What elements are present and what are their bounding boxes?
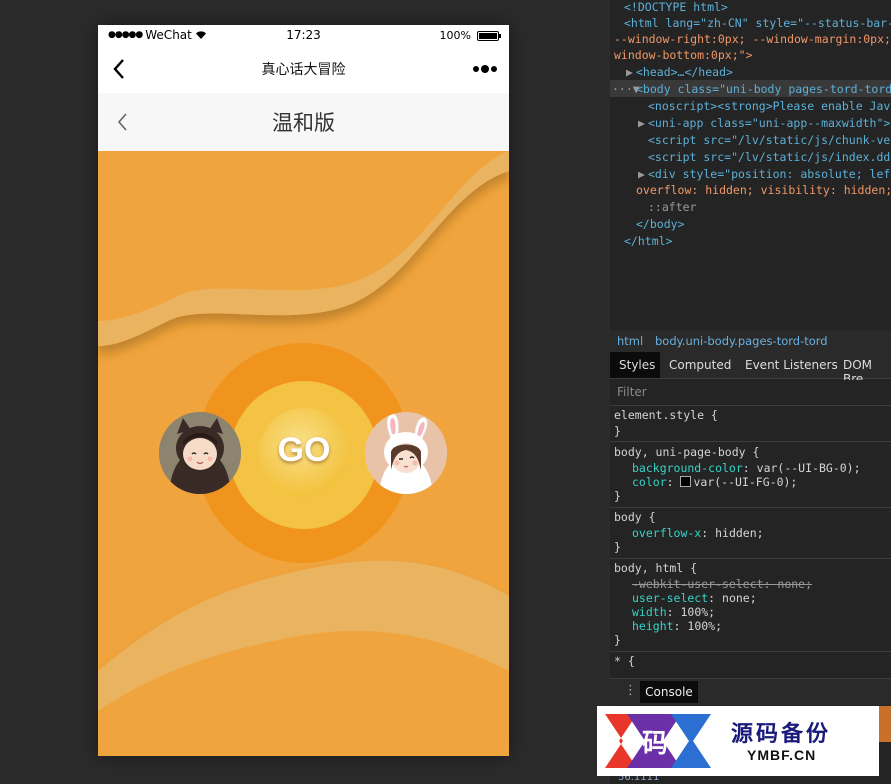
nav-title: 真心话大冒险 [261, 62, 346, 78]
tab-computed[interactable]: Computed [669, 358, 731, 372]
watermark-logo: 码 源码备份 YMBF.CN [597, 706, 879, 776]
devtools-tabs: Styles Computed Event Listeners DOM Bre [610, 352, 891, 386]
prop-name: color [632, 475, 667, 489]
prop-value: 100%; [680, 605, 716, 619]
prop-value: 100%; [687, 619, 723, 633]
avatar-cat-girl [159, 412, 241, 494]
phone-simulator: ●●●●● WeChat 17:23 100% 真心话大冒险 温和版 GO [98, 25, 509, 756]
style-decl[interactable]: overflow-x: hidden; [632, 525, 764, 541]
dom-after[interactable]: ::after [648, 199, 696, 215]
rule-close: } [614, 489, 621, 503]
dom-uni-app[interactable]: <uni-app class="uni-app--maxwidth">…< [648, 115, 891, 131]
avatar-bunny-girl [365, 412, 447, 494]
dom-script-2[interactable]: <script src="/lv/static/js/index.dd97 [648, 149, 891, 165]
divider [610, 558, 891, 559]
prop-name: user-select [632, 591, 709, 605]
watermark-emblem: 码 [605, 714, 711, 768]
rule-close: } [614, 424, 621, 438]
go-label: GO [277, 431, 331, 469]
bunny-girl-illustration [365, 412, 447, 494]
tab-console[interactable]: Console [640, 681, 698, 703]
devtools-panel: <!DOCTYPE html> <html lang="zh-CN" style… [610, 0, 891, 784]
prop-name: background-color [632, 461, 743, 475]
status-bar: ●●●●● WeChat 17:23 100% [98, 25, 509, 46]
filter-placeholder: Filter [617, 385, 647, 399]
dom-html-open[interactable]: <html lang="zh-CN" style="--status-bar-h… [624, 15, 891, 31]
console-drawer: ⋮ Console [610, 678, 891, 705]
divider [610, 405, 891, 406]
game-area: GO [98, 151, 509, 756]
rule-close: } [614, 540, 621, 554]
watermark-chinese: 源码备份 [731, 722, 832, 747]
cropped-thumbnail [879, 706, 891, 742]
rule-body-html[interactable]: body, html { [614, 560, 697, 576]
style-decl[interactable]: height: 100%; [632, 618, 722, 634]
battery-icon [477, 30, 501, 41]
dom-doctype[interactable]: <!DOCTYPE html> [624, 0, 728, 15]
dom-script-1[interactable]: <script src="/lv/static/js/chunk-vend [648, 132, 891, 148]
dom-body-close: </body> [636, 217, 685, 231]
page-title: 温和版 [272, 111, 335, 135]
dom-div[interactable]: <div style="position: absolute; left: [648, 166, 891, 182]
dom-body[interactable]: <body class="uni-body pages-tord-tord"> [636, 81, 891, 97]
prop-name: overflow-x [632, 526, 702, 540]
tab-styles[interactable]: Styles [619, 358, 655, 372]
prop-value: var(--UI-BG-0); [756, 461, 861, 475]
dom-expand-div-icon[interactable]: ▶ [638, 166, 645, 182]
watermark-latin: YMBF.CN [747, 747, 817, 763]
rule-universal[interactable]: * { [614, 653, 635, 669]
more-icon[interactable] [471, 59, 499, 79]
dom-div-style: overflow: hidden; visibility: hidden;"> [636, 183, 891, 197]
rule-body[interactable]: body { [614, 509, 656, 525]
wechat-nav-bar: 真心话大冒险 [98, 46, 509, 93]
color-swatch-icon[interactable] [680, 476, 692, 487]
svg-text:码: 码 [642, 729, 668, 759]
divider [610, 441, 891, 442]
dom-html-style-2: --window-right:0px; --window-margin:0px;… [614, 32, 891, 46]
tab-event-listeners[interactable]: Event Listeners [745, 358, 838, 372]
kebab-menu-icon[interactable]: ⋮ [624, 683, 637, 698]
dom-html-style-3: window-bottom:0px;"> [614, 48, 753, 62]
prop-name: width [632, 605, 667, 619]
divider [610, 651, 891, 652]
rule-body-uni-page-body[interactable]: body, uni-page-body { [614, 444, 759, 460]
breadcrumb: html body.uni-body.pages-tord-tord [610, 330, 891, 352]
prop-name: height [632, 619, 674, 633]
cat-girl-illustration [159, 412, 241, 494]
prop-value: var(--UI-FG-0); [693, 475, 798, 489]
rule-close: } [614, 633, 621, 647]
styles-filter-input[interactable]: Filter [610, 380, 891, 405]
rule-element-style[interactable]: element.style { [614, 407, 718, 423]
dom-expand-uniapp-icon[interactable]: ▶ [638, 115, 645, 131]
style-decl[interactable]: color: var(--UI-FG-0); [632, 474, 797, 490]
dom-noscript[interactable]: <noscript><strong>Please enable JavaS [648, 98, 891, 114]
status-right: 100% [439, 29, 501, 42]
page-header: 温和版 [98, 93, 509, 151]
dom-html-close: </html> [624, 234, 673, 248]
prop-value: hidden; [715, 526, 764, 540]
prop-value: none; [722, 591, 757, 605]
battery-percent: 100% [439, 29, 471, 42]
go-button[interactable]: GO [259, 408, 349, 498]
divider [610, 507, 891, 508]
dom-expand-head-icon[interactable]: ▶ [626, 64, 633, 80]
breadcrumb-body[interactable]: body.uni-body.pages-tord-tord [655, 334, 828, 348]
breadcrumb-html[interactable]: html [617, 334, 643, 348]
dom-head[interactable]: <head>…</head> [636, 64, 733, 80]
